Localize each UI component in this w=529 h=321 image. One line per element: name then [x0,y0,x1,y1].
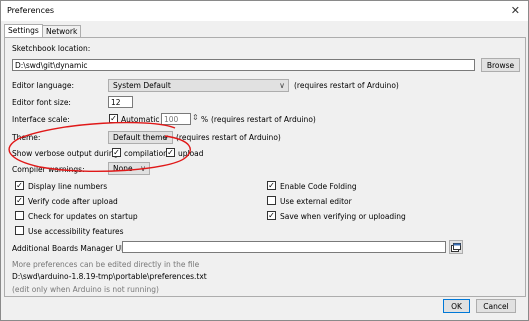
settings-panel: Sketchbook location: D:\swd\git\dynamic … [4,37,526,297]
theme-note: (requires restart of Arduino) [176,133,281,142]
preferences-dialog: Preferences ✕ Settings Network Sketchboo… [0,0,529,321]
external-editor-checkbox[interactable] [267,196,276,205]
theme-label: Theme: [12,133,41,142]
sketchbook-location-input[interactable]: D:\swd\git\dynamic [12,59,475,71]
automatic-label: Automatic [121,115,160,124]
accessibility-checkbox[interactable] [15,226,24,235]
compilation-label: compilation [124,149,168,158]
boards-manager-label: Additional Boards Manager URLs: [12,244,137,253]
theme-select[interactable]: Default theme ∨ [108,131,173,144]
theme-value: Default theme [113,133,168,142]
upload-checkbox[interactable]: ✓ [166,148,175,157]
close-icon[interactable]: ✕ [511,4,520,17]
spin-arrows-icon[interactable]: ⇕ [192,113,199,122]
cancel-button[interactable]: Cancel [476,299,516,313]
interface-scale-input[interactable]: 100 [161,113,191,125]
code-folding-checkbox[interactable]: ✓ [267,181,276,190]
chevron-down-icon: ∨ [279,81,285,90]
editor-font-size-input[interactable]: 12 [108,96,133,108]
preferences-file-path: D:\swd\arduino-1.8.19-tmp\portable\prefe… [12,272,207,281]
boards-manager-urls-input[interactable] [122,241,446,253]
editor-font-size-label: Editor font size: [12,98,71,107]
check-updates-label: Check for updates on startup [28,212,138,221]
interface-scale-note: (requires restart of Arduino) [211,115,316,124]
editor-language-note: (requires restart of Arduino) [294,81,399,90]
verbose-output-label: Show verbose output during: [12,149,121,158]
chevron-down-icon: ∨ [163,133,169,142]
edit-only-hint: (edit only when Arduino is not running) [12,285,159,294]
display-line-numbers-checkbox[interactable]: ✓ [15,181,24,190]
save-when-verifying-checkbox[interactable]: ✓ [267,211,276,220]
external-editor-label: Use external editor [280,197,352,206]
automatic-checkbox[interactable]: ✓ [109,114,118,123]
window-stack-icon[interactable] [449,240,463,254]
sketchbook-label: Sketchbook location: [12,44,91,53]
title-bar: Preferences ✕ [1,1,528,21]
browse-button[interactable]: Browse [481,58,520,72]
ok-button[interactable]: OK [443,299,470,313]
upload-label: upload [178,149,204,158]
compilation-checkbox[interactable]: ✓ [112,148,121,157]
editor-language-label: Editor language: [12,81,75,90]
save-when-verifying-label: Save when verifying or uploading [280,212,406,221]
accessibility-label: Use accessibility features [28,227,124,236]
editor-language-select[interactable]: System Default ∨ [108,79,289,92]
compiler-warnings-label: Compiler warnings: [12,165,85,174]
check-updates-checkbox[interactable] [15,211,24,220]
tab-settings[interactable]: Settings [4,24,43,38]
interface-scale-label: Interface scale: [12,115,70,124]
compiler-warnings-value: None [113,164,133,173]
compiler-warnings-select[interactable]: None ∨ [108,162,150,175]
chevron-down-icon: ∨ [140,164,146,173]
more-preferences-hint: More preferences can be edited directly … [12,260,200,269]
verify-after-upload-label: Verify code after upload [28,197,118,206]
editor-language-value: System Default [113,81,171,90]
code-folding-label: Enable Code Folding [280,182,357,191]
interface-scale-percent: % [201,115,209,124]
verify-after-upload-checkbox[interactable]: ✓ [15,196,24,205]
display-line-numbers-label: Display line numbers [28,182,108,191]
window-title: Preferences [7,6,55,15]
